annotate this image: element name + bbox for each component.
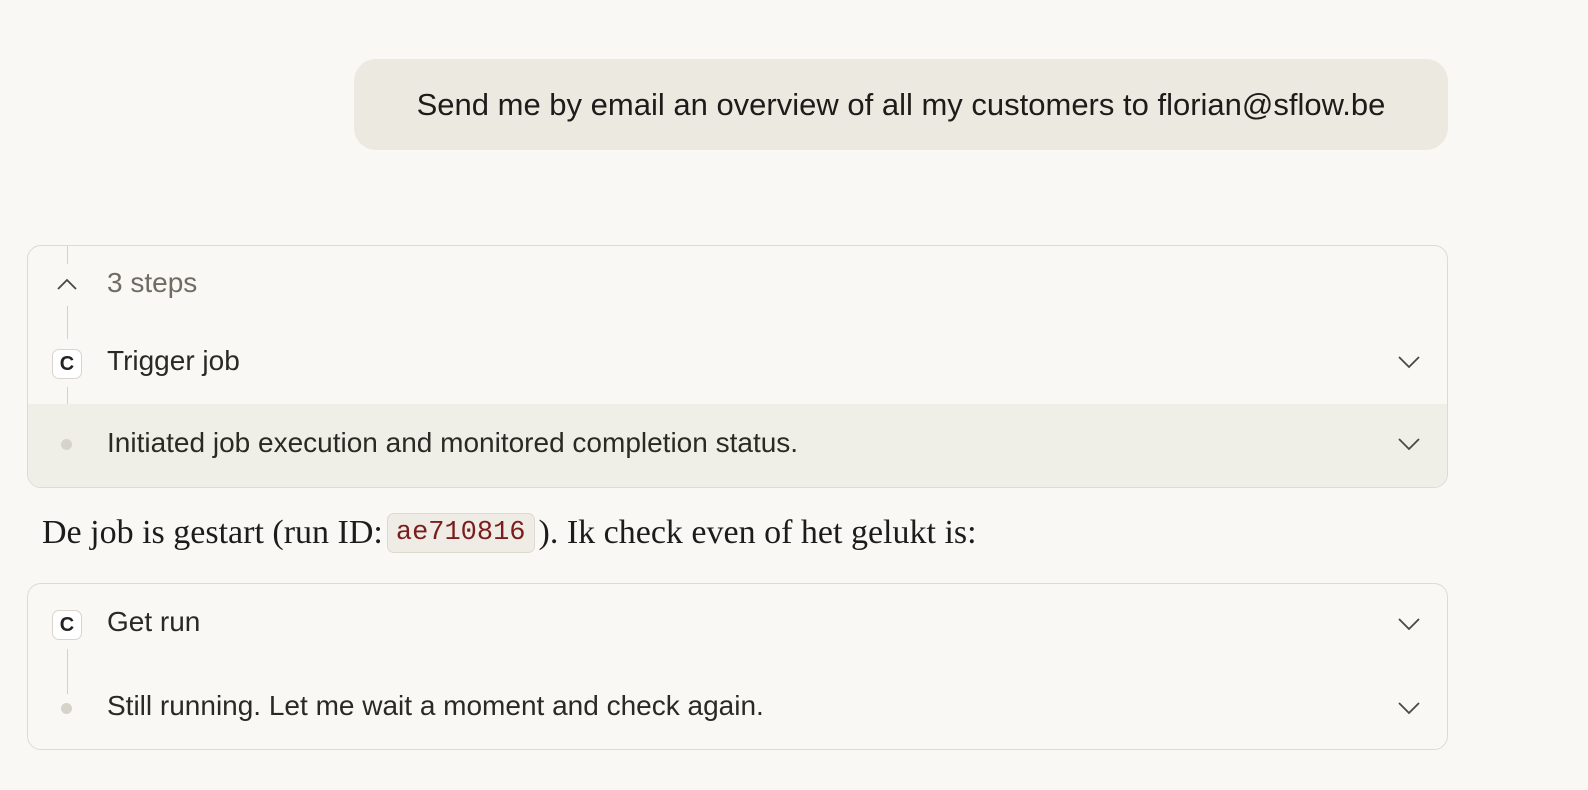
assistant-text-before: De job is gestart (run ID: bbox=[42, 514, 383, 551]
step-trigger-job[interactable]: C Trigger job bbox=[28, 324, 1447, 404]
chat-page: Send me by email an overview of all my c… bbox=[0, 0, 1588, 790]
assistant-text-after: ). Ik check even of het gelukt is: bbox=[538, 514, 977, 551]
step-label: Get run bbox=[107, 606, 201, 637]
step-get-run[interactable]: C Get run bbox=[28, 584, 1447, 666]
step-dot bbox=[61, 439, 72, 450]
chevron-up-icon bbox=[57, 278, 77, 290]
step-result-summary[interactable]: Initiated job execution and monitored co… bbox=[28, 404, 1447, 487]
user-message-text: Send me by email an overview of all my c… bbox=[416, 86, 1386, 122]
chevron-down-icon bbox=[1398, 356, 1420, 369]
chevron-down-icon bbox=[1398, 438, 1420, 451]
steps-card: C Get run Still running. Let me wait a m… bbox=[27, 583, 1448, 750]
assistant-message: De job is gestart (run ID: ae710816 ). I… bbox=[42, 513, 977, 553]
step-dot bbox=[61, 703, 72, 714]
step-label: Trigger job bbox=[107, 345, 240, 376]
run-id-code: ae710816 bbox=[386, 513, 535, 553]
steps-toggle[interactable]: 3 steps bbox=[28, 246, 1447, 324]
chevron-down-icon bbox=[1398, 618, 1420, 631]
step-result-summary[interactable]: Still running. Let me wait a moment and … bbox=[28, 666, 1447, 749]
step-label: Initiated job execution and monitored co… bbox=[107, 427, 799, 458]
step-app-icon: C bbox=[52, 610, 82, 640]
step-label: Still running. Let me wait a moment and … bbox=[107, 690, 764, 721]
steps-card: 3 steps C Trigger job Initiated job exec… bbox=[27, 245, 1448, 488]
user-message-bubble: Send me by email an overview of all my c… bbox=[354, 59, 1448, 150]
step-app-icon: C bbox=[52, 349, 82, 379]
chevron-down-icon bbox=[1398, 702, 1420, 715]
steps-count-label: 3 steps bbox=[107, 267, 198, 298]
